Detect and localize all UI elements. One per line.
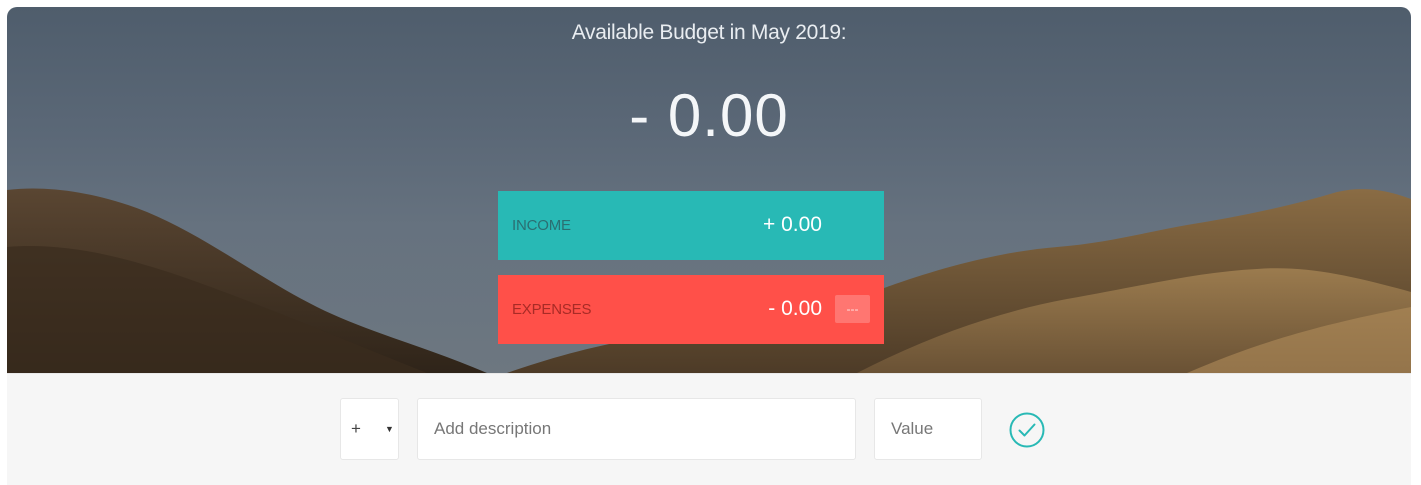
type-select[interactable]: + ▼ <box>340 398 399 460</box>
description-input[interactable]: Add description <box>417 398 856 460</box>
income-value: + 0.00 <box>763 213 822 236</box>
budget-value: - 0.00 <box>629 82 789 149</box>
budget-app: Available Budget in May 2019: - 0.00 INC… <box>7 7 1411 485</box>
caret-down-icon: ▼ <box>385 424 394 434</box>
income-summary: INCOME + 0.00 <box>498 191 884 260</box>
expenses-summary: EXPENSES - 0.00 --- <box>498 275 884 344</box>
check-circle-icon[interactable] <box>1009 412 1045 448</box>
type-select-value: + <box>351 419 361 438</box>
budget-title: Available Budget in May 2019: <box>571 21 847 44</box>
income-label: INCOME <box>512 217 571 234</box>
expenses-label: EXPENSES <box>512 301 592 318</box>
expenses-value: - 0.00 <box>768 297 822 320</box>
value-input[interactable]: Value <box>874 398 982 460</box>
expenses-percentage: --- <box>835 295 870 323</box>
